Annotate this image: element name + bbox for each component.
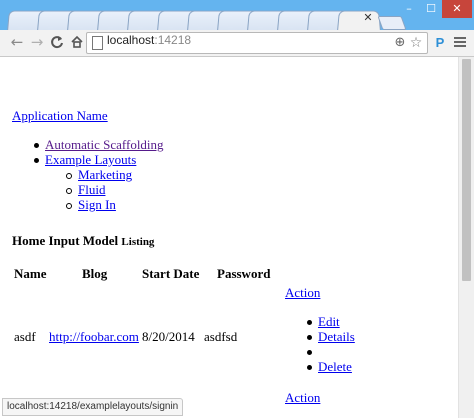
maximize-button[interactable]: ☐ (420, 0, 442, 18)
nav-marketing[interactable]: Marketing (78, 167, 132, 183)
details-link[interactable]: Details (318, 329, 355, 345)
home-icon[interactable] (68, 33, 86, 51)
cell-password: asdfsd (204, 329, 238, 344)
list-bullet (66, 188, 72, 194)
window-close-button[interactable]: ✕ (442, 0, 472, 18)
brand-link[interactable]: Application Name (12, 108, 108, 124)
address-bar[interactable]: localhost:14218 ⊕ ☆ (86, 32, 428, 54)
column-header-password: Password (217, 266, 271, 281)
browser-titlebar: ✕ – ☐ ✕ (0, 0, 474, 32)
column-header-blog: Blog (82, 266, 108, 281)
nav-automatic-scaffolding[interactable]: Automatic Scaffolding (45, 137, 164, 153)
url-host: localhost (107, 33, 155, 47)
list-bullet (307, 365, 312, 370)
browser-tab-active[interactable] (336, 10, 382, 32)
vertical-scrollbar[interactable] (458, 57, 474, 418)
status-bubble: localhost:14218/examplelayouts/signin (2, 398, 184, 416)
back-arrow-icon[interactable]: ← (8, 33, 26, 51)
cell-blog-link[interactable]: http://foobar.com (49, 329, 139, 345)
cell-start-date: 8/20/2014 (142, 329, 195, 344)
edit-link[interactable]: Edit (318, 314, 340, 330)
list-bullet (66, 203, 72, 209)
page-icon (92, 36, 103, 50)
list-bullet (307, 335, 312, 340)
cell-name: asdf (14, 329, 36, 344)
forward-arrow-icon[interactable]: → (28, 33, 46, 51)
column-header-name: Name (14, 266, 47, 281)
zoom-icon[interactable]: ⊕ (393, 35, 407, 51)
nav-example-layouts[interactable]: Example Layouts (45, 152, 136, 168)
scrollbar-thumb[interactable] (462, 59, 471, 281)
list-bullet (307, 320, 312, 325)
action-link-footer[interactable]: Action (285, 390, 320, 406)
reload-icon[interactable] (48, 33, 66, 51)
list-bullet (34, 143, 39, 148)
bookmark-star-icon[interactable]: ☆ (409, 35, 423, 51)
action-link[interactable]: Action (285, 285, 320, 301)
page-viewport: Application Name Automatic Scaffolding E… (0, 57, 458, 418)
page-heading: Home Input Model Listing (12, 233, 154, 249)
nav-fluid[interactable]: Fluid (78, 182, 105, 198)
nav-sign-in[interactable]: Sign In (78, 197, 116, 213)
url-port: :14218 (154, 33, 192, 47)
menu-icon[interactable] (452, 35, 468, 51)
heading-title: Home Input Model (12, 233, 119, 248)
list-bullet (307, 350, 312, 355)
column-header-start-date: Start Date (142, 266, 200, 281)
heading-subtitle: Listing (121, 236, 155, 248)
extension-icon[interactable]: P (432, 35, 448, 51)
minimize-button[interactable]: – (398, 0, 420, 18)
list-bullet (34, 158, 39, 163)
browser-toolbar: ← → localhost:14218 ⊕ ☆ P (0, 30, 474, 57)
list-bullet (66, 173, 72, 179)
delete-link[interactable]: Delete (318, 359, 352, 375)
new-tab-button[interactable] (377, 16, 407, 30)
url-text[interactable]: localhost:14218 (107, 33, 191, 53)
close-icon[interactable]: ✕ (362, 12, 374, 24)
